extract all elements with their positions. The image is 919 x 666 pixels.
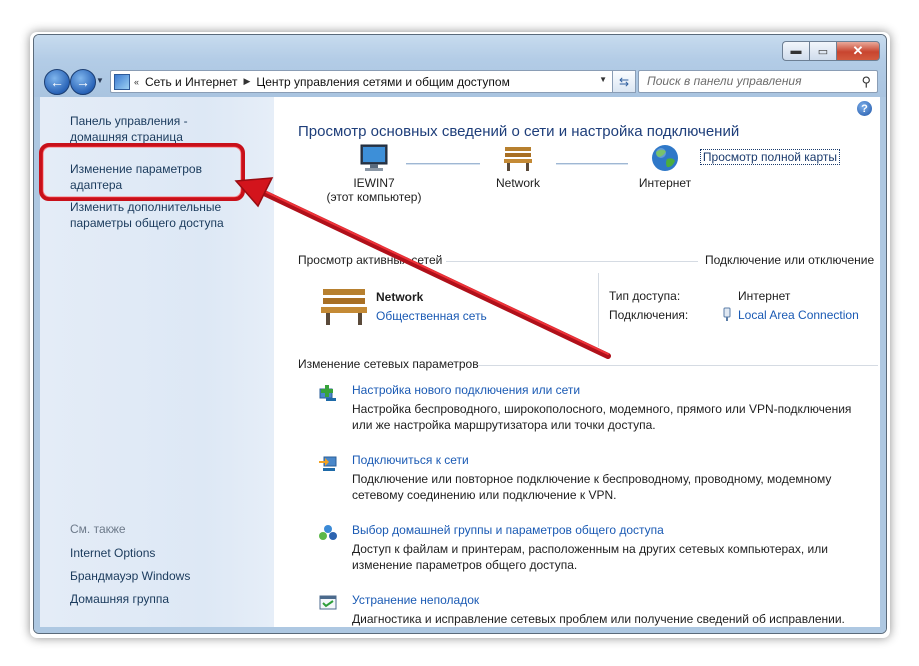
homegroup-icon: [319, 525, 337, 540]
new-connection-icon: [319, 385, 336, 401]
see-also-homegroup[interactable]: Домашняя группа: [70, 591, 169, 607]
connections-label: Подключения:: [609, 308, 689, 322]
maximize-button[interactable]: ▭: [809, 41, 836, 61]
minimize-button[interactable]: ▬: [782, 41, 809, 61]
task-troubleshoot: Устранение неполадок Диагностика и испра…: [352, 593, 872, 627]
refresh-icon: ⇆: [618, 74, 630, 89]
task-homegroup-link[interactable]: Выбор домашней группы и параметров общег…: [352, 523, 872, 537]
search-input[interactable]: [645, 73, 849, 89]
back-button[interactable]: ←: [44, 69, 70, 95]
ethernet-icon: [723, 307, 731, 321]
task-troubleshoot-desc: Диагностика и исправление сетевых пробле…: [352, 612, 845, 626]
back-arrow-icon: ←: [50, 74, 64, 90]
search-box[interactable]: ⚲: [638, 70, 878, 93]
refresh-button[interactable]: ⇆: [612, 70, 636, 93]
task-new-connection-desc: Настройка беспроводного, широкополосного…: [352, 402, 852, 432]
sidebar-link-adapter-settings[interactable]: Изменение параметров адаптера: [70, 161, 202, 193]
sidebar-link-sharing-settings[interactable]: Изменить дополнительные параметры общего…: [70, 199, 224, 231]
minimize-icon: ▬: [790, 45, 802, 57]
task-new-connection-link[interactable]: Настройка нового подключения или сети: [352, 383, 872, 397]
control-panel-window: ▬ ▭ ✕ ← → ▼ « Сеть и Интернет ▶ Центр уп…: [33, 34, 887, 634]
network-type-link[interactable]: Общественная сеть: [376, 309, 487, 323]
control-panel-icon: [114, 73, 130, 90]
connection-link[interactable]: Local Area Connection: [738, 308, 859, 322]
help-icon[interactable]: ?: [857, 101, 872, 116]
breadcrumb-overflow-icon[interactable]: «: [134, 77, 139, 87]
map-node-internet[interactable]: Интернет: [624, 143, 706, 190]
task-connect-network-desc: Подключение или повторное подключение к …: [352, 472, 832, 502]
search-icon[interactable]: ⚲: [861, 74, 871, 90]
forward-arrow-icon: →: [76, 74, 90, 90]
main-content: ? Просмотр основных сведений о сети и на…: [274, 97, 880, 627]
full-map-link[interactable]: Просмотр полной карты: [699, 149, 840, 165]
troubleshoot-icon: [319, 595, 337, 610]
map-node-computer: IEWIN7 (этот компьютер): [316, 143, 432, 204]
see-also-label: См. также: [70, 522, 126, 536]
sidebar: Панель управления - домашняя страница Из…: [40, 97, 274, 627]
close-button[interactable]: ✕: [836, 41, 880, 61]
task-homegroup-desc: Доступ к файлам и принтерам, расположенн…: [352, 542, 828, 572]
map-connector-1: [406, 163, 480, 165]
computer-icon: [360, 144, 388, 171]
maximize-icon: ▭: [817, 45, 829, 58]
network-node-name: Network: [495, 176, 540, 190]
map-node-network[interactable]: Network: [476, 143, 560, 190]
access-type-value: Интернет: [738, 289, 791, 303]
recent-pages-dropdown[interactable]: ▼: [96, 76, 104, 85]
forward-button[interactable]: →: [70, 69, 96, 95]
task-connect-network: Подключиться к сети Подключение или повт…: [352, 453, 872, 503]
task-new-connection: Настройка нового подключения или сети На…: [352, 383, 872, 433]
globe-icon: [652, 145, 678, 171]
breadcrumb-chevron-icon[interactable]: ▶: [243, 76, 250, 87]
map-connector-2: [556, 163, 628, 165]
change-settings-header: Изменение сетевых параметров: [298, 357, 479, 371]
active-networks-header: Просмотр активных сетей: [298, 253, 443, 267]
active-network-name: Network: [376, 290, 424, 304]
network-bench-icon: [321, 289, 367, 325]
computer-name: IEWIN7: [353, 176, 395, 190]
internet-node-name: Интернет: [638, 176, 692, 190]
connect-disconnect-link[interactable]: Подключение или отключение: [705, 253, 874, 267]
sidebar-link-home[interactable]: Панель управления - домашняя страница: [70, 113, 188, 145]
page-title: Просмотр основных сведений о сети и наст…: [298, 123, 740, 140]
task-connect-network-link[interactable]: Подключиться к сети: [352, 453, 872, 467]
see-also-internet-options[interactable]: Internet Options: [70, 545, 155, 561]
address-bar[interactable]: « Сеть и Интернет ▶ Центр управления сет…: [110, 70, 630, 93]
computer-sub: (этот компьютер): [326, 190, 422, 204]
task-troubleshoot-link[interactable]: Устранение неполадок: [352, 593, 872, 607]
breadcrumb-network-internet[interactable]: Сеть и Интернет: [145, 75, 237, 89]
caption-buttons: ▬ ▭ ✕: [782, 41, 880, 61]
close-icon: ✕: [852, 43, 864, 58]
see-also-firewall[interactable]: Брандмауэр Windows: [70, 568, 190, 584]
task-homegroup: Выбор домашней группы и параметров общег…: [352, 523, 872, 573]
bench-icon: [504, 147, 532, 171]
navigation-bar: ← → ▼ « Сеть и Интернет ▶ Центр управлен…: [40, 69, 880, 95]
connect-network-icon: [319, 456, 337, 471]
breadcrumb-network-center[interactable]: Центр управления сетями и общим доступом: [256, 75, 510, 89]
access-type-label: Тип доступа:: [609, 289, 681, 303]
address-dropdown-icon[interactable]: ▼: [599, 75, 607, 84]
